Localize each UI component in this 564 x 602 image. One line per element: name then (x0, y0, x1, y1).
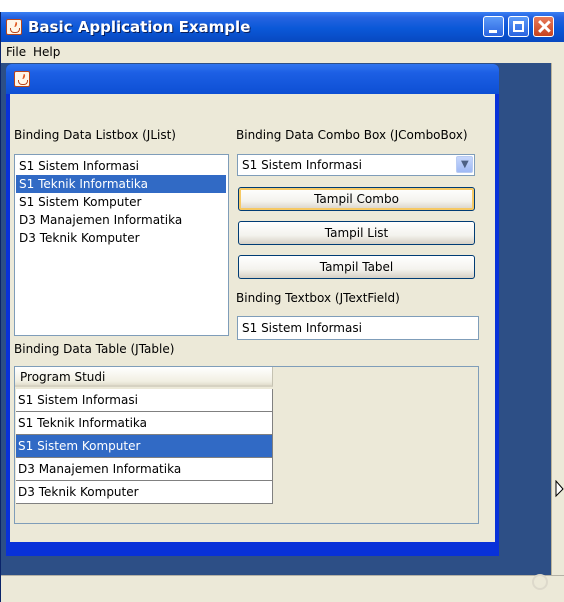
menu-file[interactable]: File (6, 44, 26, 61)
table-row[interactable]: S1 Sistem Komputer (16, 435, 273, 458)
tampil-tabel-label: Tampil Tabel (319, 260, 394, 274)
program-textfield[interactable]: S1 Sistem Informasi (237, 316, 479, 340)
table-row[interactable]: S1 Sistem Informasi (16, 389, 273, 412)
list-label: Binding Data Listbox (JList) (14, 128, 176, 142)
program-listbox[interactable]: S1 Sistem Informasi S1 Teknik Informatik… (14, 154, 229, 336)
tampil-list-label: Tampil List (324, 226, 389, 240)
window-title: Basic Application Example (28, 18, 251, 36)
close-button[interactable] (533, 16, 554, 37)
internal-frame-title-bar[interactable] (6, 64, 499, 94)
table-row[interactable]: D3 Manajemen Informatika (16, 458, 273, 481)
combo-dropdown-button[interactable]: ▼ (456, 156, 473, 173)
java-cup-icon (6, 19, 22, 35)
tampil-combo-label: Tampil Combo (314, 192, 399, 206)
list-item[interactable]: S1 Teknik Informatika (16, 175, 226, 193)
internal-frame: Binding Data Listbox (JList) S1 Sistem I… (6, 64, 499, 556)
list-item[interactable]: D3 Manajemen Informatika (16, 211, 226, 229)
menu-bar: File Help (1, 42, 564, 63)
textbox-label: Binding Textbox (JTextField) (236, 291, 400, 305)
maximize-button[interactable] (508, 16, 529, 37)
tampil-list-button[interactable]: Tampil List (238, 221, 475, 245)
table-label: Binding Data Table (JTable) (14, 342, 175, 356)
tampil-combo-button[interactable]: Tampil Combo (238, 187, 475, 211)
internal-frame-content: Binding Data Listbox (JList) S1 Sistem I… (10, 94, 495, 542)
combo-value: S1 Sistem Informasi (242, 158, 362, 172)
cursor-icon (555, 480, 564, 498)
maximize-icon (513, 21, 524, 32)
status-bar (1, 575, 564, 602)
program-combobox[interactable]: S1 Sistem Informasi ▼ (237, 154, 475, 176)
list-item[interactable]: S1 Sistem Informasi (16, 157, 226, 175)
list-item[interactable]: D3 Teknik Komputer (16, 229, 226, 247)
side-strip (551, 63, 564, 575)
busy-indicator-icon (532, 574, 548, 590)
table-row[interactable]: S1 Teknik Informatika (16, 412, 273, 435)
list-item[interactable]: S1 Sistem Komputer (16, 193, 226, 211)
title-bar[interactable]: Basic Application Example (1, 12, 564, 42)
combo-label: Binding Data Combo Box (JComboBox) (236, 128, 468, 142)
menu-help[interactable]: Help (33, 44, 60, 61)
table-row[interactable]: D3 Teknik Komputer (16, 481, 273, 504)
chevron-down-icon: ▼ (461, 159, 469, 170)
java-cup-icon (14, 71, 30, 87)
table-header-program-studi[interactable]: Program Studi (15, 367, 273, 387)
table-scroll-pane[interactable]: Program Studi S1 Sistem Informasi S1 Tek… (14, 366, 479, 524)
minimize-button[interactable] (483, 16, 504, 37)
minimize-icon (489, 30, 497, 33)
tampil-tabel-button[interactable]: Tampil Tabel (238, 255, 475, 279)
